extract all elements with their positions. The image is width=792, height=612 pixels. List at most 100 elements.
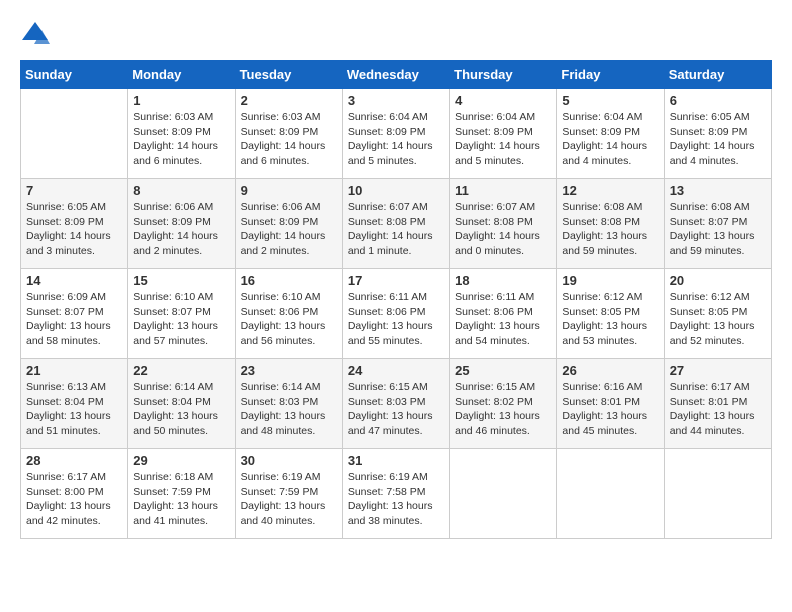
calendar-week: 14 Sunrise: 6:09 AMSunset: 8:07 PMDayligh… (21, 269, 772, 359)
calendar-cell: 27Sunrise: 6:17 AMSunset: 8:01 PMDayligh… (664, 359, 771, 449)
day-number: 25 (455, 363, 551, 378)
day-info: Sunrise: 6:14 AMSunset: 8:04 PMDaylight:… (133, 380, 229, 439)
calendar-week: 1Sunrise: 6:03 AMSunset: 8:09 PMDaylight… (21, 89, 772, 179)
calendar-cell: 15 Sunrise: 6:10 AMSunset: 8:07 PMDayligh… (128, 269, 235, 359)
day-info: Sunrise: 6:10 AMSunset: 8:07 PMDaylight:… (133, 290, 229, 349)
calendar-table: SundayMondayTuesdayWednesdayThursdayFrid… (20, 60, 772, 539)
calendar-cell: 11 Sunrise: 6:07 AMSunset: 8:08 PMDayligh… (450, 179, 557, 269)
day-info: Sunrise: 6:12 AMSunset: 8:05 PMDaylight:… (562, 290, 658, 349)
day-info: Sunrise: 6:13 AMSunset: 8:04 PMDaylight:… (26, 380, 122, 439)
day-number: 12 (562, 183, 658, 198)
day-number: 10 (348, 183, 444, 198)
calendar-cell: 7 Sunrise: 6:05 AMSunset: 8:09 PMDaylight… (21, 179, 128, 269)
weekday-header: Sunday (21, 61, 128, 89)
day-number: 3 (348, 93, 444, 108)
weekday-header: Saturday (664, 61, 771, 89)
day-info: Sunrise: 6:11 AMSunset: 8:06 PMDaylight:… (455, 290, 551, 349)
day-number: 22 (133, 363, 229, 378)
day-number: 9 (241, 183, 337, 198)
calendar-cell: 10 Sunrise: 6:07 AMSunset: 8:08 PMDayligh… (342, 179, 449, 269)
weekday-header: Monday (128, 61, 235, 89)
day-number: 19 (562, 273, 658, 288)
calendar-cell: 24 Sunrise: 6:15 AMSunset: 8:03 PMDayligh… (342, 359, 449, 449)
day-info: Sunrise: 6:07 AMSunset: 8:08 PMDaylight:… (455, 200, 551, 259)
day-info: Sunrise: 6:07 AMSunset: 8:08 PMDaylight:… (348, 200, 444, 259)
day-number: 6 (670, 93, 766, 108)
day-info: Sunrise: 6:06 AMSunset: 8:09 PMDaylight:… (241, 200, 337, 259)
calendar-cell: 26Sunrise: 6:16 AMSunset: 8:01 PMDayligh… (557, 359, 664, 449)
day-info: Sunrise: 6:11 AMSunset: 8:06 PMDaylight:… (348, 290, 444, 349)
day-number: 15 (133, 273, 229, 288)
day-number: 28 (26, 453, 122, 468)
calendar-week: 7 Sunrise: 6:05 AMSunset: 8:09 PMDaylight… (21, 179, 772, 269)
calendar-cell: 6 Sunrise: 6:05 AMSunset: 8:09 PMDaylight… (664, 89, 771, 179)
day-number: 18 (455, 273, 551, 288)
day-number: 14 (26, 273, 122, 288)
calendar-cell: 18 Sunrise: 6:11 AMSunset: 8:06 PMDayligh… (450, 269, 557, 359)
day-info: Sunrise: 6:09 AMSunset: 8:07 PMDaylight:… (26, 290, 122, 349)
day-info: Sunrise: 6:04 AMSunset: 8:09 PMDaylight:… (455, 110, 551, 169)
calendar-cell (664, 449, 771, 539)
calendar-cell: 19 Sunrise: 6:12 AMSunset: 8:05 PMDayligh… (557, 269, 664, 359)
calendar-cell: 4 Sunrise: 6:04 AMSunset: 8:09 PMDaylight… (450, 89, 557, 179)
calendar-cell: 14 Sunrise: 6:09 AMSunset: 8:07 PMDayligh… (21, 269, 128, 359)
day-number: 27 (670, 363, 766, 378)
day-number: 7 (26, 183, 122, 198)
calendar-cell: 22 Sunrise: 6:14 AMSunset: 8:04 PMDayligh… (128, 359, 235, 449)
calendar-cell: 25Sunrise: 6:15 AMSunset: 8:02 PMDayligh… (450, 359, 557, 449)
day-info: Sunrise: 6:05 AMSunset: 8:09 PMDaylight:… (26, 200, 122, 259)
calendar-cell: 16 Sunrise: 6:10 AMSunset: 8:06 PMDayligh… (235, 269, 342, 359)
calendar-cell: 17Sunrise: 6:11 AMSunset: 8:06 PMDayligh… (342, 269, 449, 359)
weekday-header: Wednesday (342, 61, 449, 89)
day-info: Sunrise: 6:04 AMSunset: 8:09 PMDaylight:… (562, 110, 658, 169)
day-info: Sunrise: 6:04 AMSunset: 8:09 PMDaylight:… (348, 110, 444, 169)
calendar-body: 1Sunrise: 6:03 AMSunset: 8:09 PMDaylight… (21, 89, 772, 539)
calendar-week: 28 Sunrise: 6:17 AMSunset: 8:00 PMDayligh… (21, 449, 772, 539)
day-info: Sunrise: 6:10 AMSunset: 8:06 PMDaylight:… (241, 290, 337, 349)
calendar-cell: 2 Sunrise: 6:03 AMSunset: 8:09 PMDaylight… (235, 89, 342, 179)
day-number: 2 (241, 93, 337, 108)
calendar-cell: 21 Sunrise: 6:13 AMSunset: 8:04 PMDayligh… (21, 359, 128, 449)
calendar-cell: 1Sunrise: 6:03 AMSunset: 8:09 PMDaylight… (128, 89, 235, 179)
day-info: Sunrise: 6:03 AMSunset: 8:09 PMDaylight:… (241, 110, 337, 169)
calendar-cell (450, 449, 557, 539)
calendar-cell: 20 Sunrise: 6:12 AMSunset: 8:05 PMDayligh… (664, 269, 771, 359)
day-info: Sunrise: 6:15 AMSunset: 8:03 PMDaylight:… (348, 380, 444, 439)
calendar-cell: 31 Sunrise: 6:19 AMSunset: 7:58 PMDayligh… (342, 449, 449, 539)
calendar-cell: 23Sunrise: 6:14 AMSunset: 8:03 PMDayligh… (235, 359, 342, 449)
calendar-cell: 30 Sunrise: 6:19 AMSunset: 7:59 PMDayligh… (235, 449, 342, 539)
day-number: 11 (455, 183, 551, 198)
day-info: Sunrise: 6:08 AMSunset: 8:07 PMDaylight:… (670, 200, 766, 259)
weekday-row: SundayMondayTuesdayWednesdayThursdayFrid… (21, 61, 772, 89)
day-info: Sunrise: 6:05 AMSunset: 8:09 PMDaylight:… (670, 110, 766, 169)
logo-icon (20, 20, 50, 50)
calendar-cell (21, 89, 128, 179)
day-number: 8 (133, 183, 229, 198)
day-number: 20 (670, 273, 766, 288)
calendar-cell: 13 Sunrise: 6:08 AMSunset: 8:07 PMDayligh… (664, 179, 771, 269)
calendar-cell: 12 Sunrise: 6:08 AMSunset: 8:08 PMDayligh… (557, 179, 664, 269)
day-number: 29 (133, 453, 229, 468)
calendar-cell: 3 Sunrise: 6:04 AMSunset: 8:09 PMDaylight… (342, 89, 449, 179)
day-number: 31 (348, 453, 444, 468)
day-info: Sunrise: 6:17 AMSunset: 8:00 PMDaylight:… (26, 470, 122, 529)
day-info: Sunrise: 6:18 AMSunset: 7:59 PMDaylight:… (133, 470, 229, 529)
calendar-cell: 9 Sunrise: 6:06 AMSunset: 8:09 PMDaylight… (235, 179, 342, 269)
day-number: 24 (348, 363, 444, 378)
day-number: 13 (670, 183, 766, 198)
day-number: 4 (455, 93, 551, 108)
day-number: 5 (562, 93, 658, 108)
weekday-header: Friday (557, 61, 664, 89)
logo (20, 20, 54, 50)
day-number: 23 (241, 363, 337, 378)
calendar-cell (557, 449, 664, 539)
weekday-header: Thursday (450, 61, 557, 89)
day-info: Sunrise: 6:19 AMSunset: 7:59 PMDaylight:… (241, 470, 337, 529)
day-number: 21 (26, 363, 122, 378)
day-info: Sunrise: 6:19 AMSunset: 7:58 PMDaylight:… (348, 470, 444, 529)
day-number: 16 (241, 273, 337, 288)
day-number: 30 (241, 453, 337, 468)
day-info: Sunrise: 6:08 AMSunset: 8:08 PMDaylight:… (562, 200, 658, 259)
calendar-cell: 29 Sunrise: 6:18 AMSunset: 7:59 PMDayligh… (128, 449, 235, 539)
day-info: Sunrise: 6:12 AMSunset: 8:05 PMDaylight:… (670, 290, 766, 349)
